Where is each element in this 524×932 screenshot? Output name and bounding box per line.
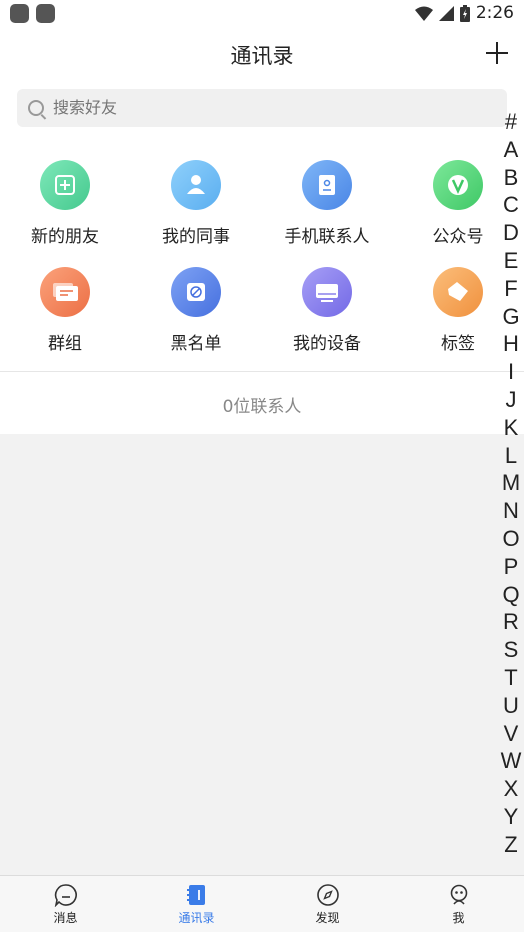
alphabet-index-letter[interactable]: Z bbox=[500, 831, 522, 859]
tag-icon bbox=[433, 267, 483, 317]
grid-item-label: 黑名单 bbox=[170, 334, 222, 354]
grid-item-label: 手机联系人 bbox=[284, 227, 370, 247]
alphabet-index-letter[interactable]: L bbox=[500, 442, 522, 470]
alphabet-index-letter[interactable]: N bbox=[500, 497, 522, 525]
alphabet-index-letter[interactable]: J bbox=[500, 386, 522, 414]
alphabet-index-letter[interactable]: # bbox=[500, 108, 522, 136]
contact-count: 0位联系人 bbox=[222, 397, 302, 417]
compass-icon bbox=[316, 883, 340, 907]
alphabet-index-letter[interactable]: F bbox=[500, 275, 522, 303]
grid-item-label: 我的同事 bbox=[162, 227, 230, 247]
tab-me[interactable]: 我 bbox=[393, 876, 524, 932]
alphabet-index-letter[interactable]: R bbox=[500, 608, 522, 636]
person-icon bbox=[171, 160, 221, 210]
alphabet-index-letter[interactable]: A bbox=[500, 136, 522, 164]
grid-item-label: 新的朋友 bbox=[31, 227, 99, 247]
alphabet-index-letter[interactable]: B bbox=[500, 164, 522, 192]
notification-icon bbox=[10, 4, 29, 23]
tab-contacts[interactable]: 通讯录 bbox=[131, 876, 262, 932]
alphabet-index-letter[interactable]: G bbox=[500, 303, 522, 331]
v-badge-icon bbox=[433, 160, 483, 210]
status-bar: 2:26 bbox=[0, 0, 524, 28]
alphabet-index-letter[interactable]: Q bbox=[500, 581, 522, 609]
contacts-panel: 2:26 通讯录 新的朋友 我的同事 手机联系人 bbox=[0, 0, 524, 434]
chat-bubbles-icon bbox=[40, 267, 90, 317]
monitor-icon bbox=[302, 267, 352, 317]
notification-icon bbox=[36, 4, 55, 23]
block-icon bbox=[171, 267, 221, 317]
divider bbox=[0, 371, 524, 372]
battery-icon bbox=[459, 4, 470, 22]
grid-item-groups[interactable]: 群组 bbox=[0, 267, 130, 354]
tab-label: 消息 bbox=[53, 911, 78, 925]
grid-item-my-devices[interactable]: 我的设备 bbox=[262, 267, 392, 354]
tab-messages[interactable]: 消息 bbox=[0, 876, 131, 932]
grid-item-phone-contacts[interactable]: 手机联系人 bbox=[262, 160, 392, 247]
contact-card-icon bbox=[302, 160, 352, 210]
alphabet-index-letter[interactable]: O bbox=[500, 525, 522, 553]
clock: 2:26 bbox=[475, 3, 514, 23]
alphabet-index-letter[interactable]: Y bbox=[500, 803, 522, 831]
grid-item-new-friends[interactable]: 新的朋友 bbox=[0, 160, 130, 247]
alphabet-index-letter[interactable]: I bbox=[500, 358, 522, 386]
add-icon[interactable] bbox=[486, 42, 508, 64]
header: 通讯录 bbox=[0, 28, 524, 80]
alphabet-index-letter[interactable]: C bbox=[500, 191, 522, 219]
alphabet-index-letter[interactable]: U bbox=[500, 692, 522, 720]
alphabet-index-letter[interactable]: E bbox=[500, 247, 522, 275]
contacts-book-icon bbox=[185, 883, 209, 907]
alphabet-index-letter[interactable]: W bbox=[500, 747, 522, 775]
page-title: 通讯录 bbox=[230, 44, 294, 68]
alphabet-index-letter[interactable]: D bbox=[500, 219, 522, 247]
alphabet-index-letter[interactable]: X bbox=[500, 775, 522, 803]
alphabet-index-letter[interactable]: V bbox=[500, 720, 522, 748]
alphabet-index-letter[interactable]: P bbox=[500, 553, 522, 581]
grid-item-colleagues[interactable]: 我的同事 bbox=[131, 160, 261, 247]
alphabet-index-letter[interactable]: K bbox=[500, 414, 522, 442]
alphabet-index-letter[interactable]: H bbox=[500, 330, 522, 358]
tab-discover[interactable]: 发现 bbox=[262, 876, 393, 932]
alphabet-index-letter[interactable]: M bbox=[500, 469, 522, 497]
search-bar[interactable] bbox=[17, 89, 507, 127]
grid-item-label: 我的设备 bbox=[293, 334, 361, 354]
message-icon bbox=[54, 883, 78, 908]
signal-icon bbox=[438, 5, 454, 21]
alphabet-index-letter[interactable]: T bbox=[500, 664, 522, 692]
profile-icon bbox=[447, 883, 471, 907]
tab-label: 发现 bbox=[315, 911, 340, 925]
search-input[interactable] bbox=[53, 89, 493, 127]
tab-label: 我 bbox=[452, 911, 465, 925]
alphabet-index-letter[interactable]: S bbox=[500, 636, 522, 664]
bottom-tab-bar: 消息 通讯录 发现 我 bbox=[0, 875, 524, 932]
tab-label: 通讯录 bbox=[178, 911, 215, 925]
grid-item-blacklist[interactable]: 黑名单 bbox=[131, 267, 261, 354]
search-icon bbox=[28, 100, 44, 116]
grid-item-label: 群组 bbox=[48, 334, 82, 354]
wifi-icon bbox=[414, 6, 433, 21]
alphabet-index[interactable]: # A B C D E F G H I J K L M N O P Q R S T U V W X Y Z bbox=[500, 108, 522, 859]
plus-square-icon bbox=[40, 160, 90, 210]
